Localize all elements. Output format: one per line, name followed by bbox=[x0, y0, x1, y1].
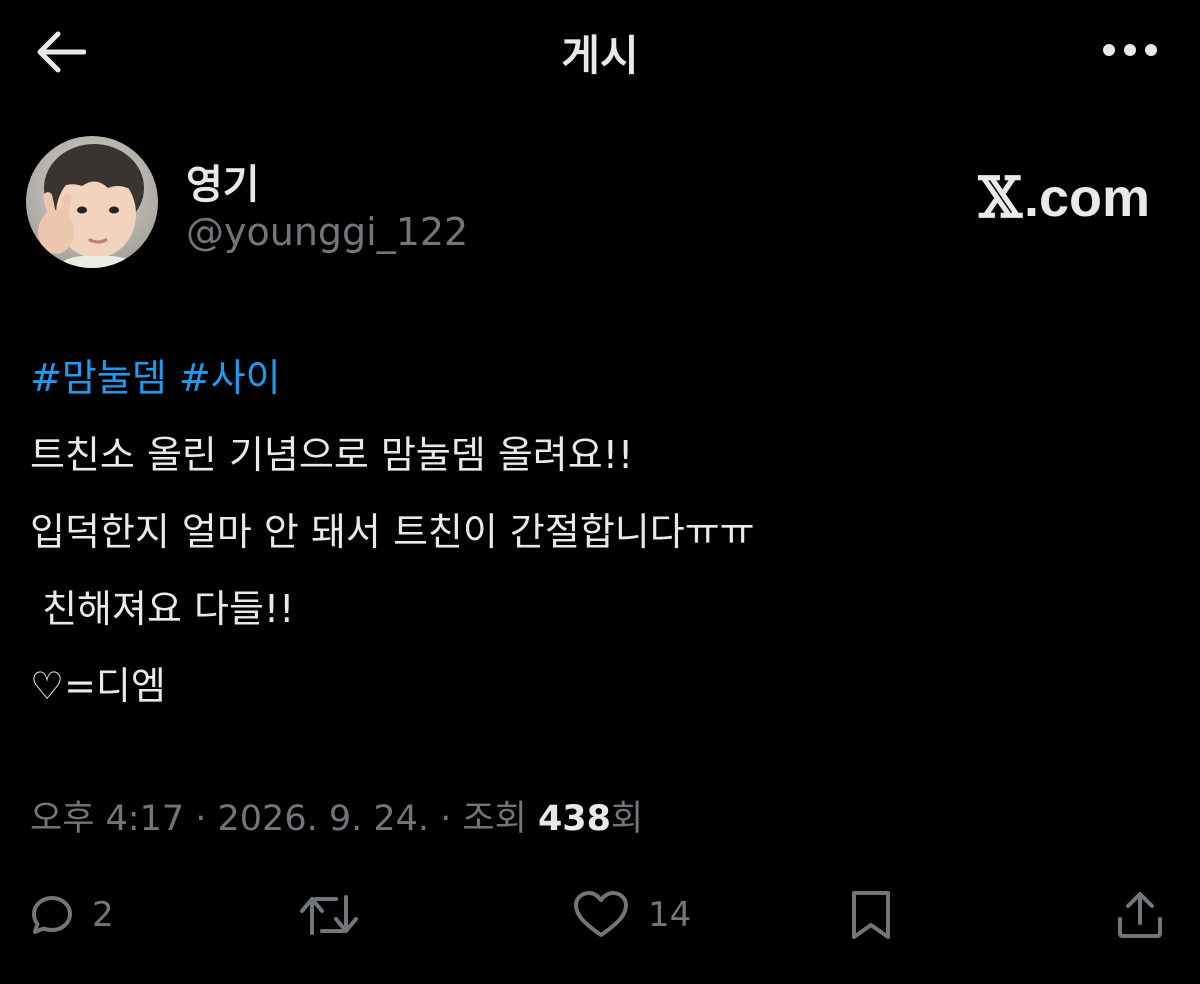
action-bar: 2 14 bbox=[0, 880, 1200, 950]
post-line: 트친소 올린 기념으로 맘눌뎀 올려요!! bbox=[30, 433, 634, 477]
post-meta: 오후 4:17 · 2026. 9. 24. · 조회 438회 bbox=[30, 790, 643, 841]
post-author: 영기 @younggi_122 bbox=[26, 136, 726, 268]
views-label: 조회 bbox=[462, 799, 538, 839]
avatar-photo bbox=[26, 136, 158, 268]
author-handle[interactable]: @younggi_122 bbox=[186, 210, 468, 254]
share-icon bbox=[1118, 892, 1162, 938]
views-suffix: 회 bbox=[611, 799, 644, 839]
post-date[interactable]: 2026. 9. 24. bbox=[218, 799, 430, 839]
author-display-name[interactable]: 영기 bbox=[186, 152, 260, 210]
like-count: 14 bbox=[648, 895, 692, 935]
repost-icon bbox=[300, 895, 358, 935]
post-text: #맘눌뎀 #사이 트친소 올린 기념으로 맘눌뎀 올려요!! 입덕한지 얼마 안… bbox=[30, 340, 1170, 725]
top-bar: 게시 bbox=[0, 0, 1200, 100]
meta-separator: · bbox=[184, 799, 218, 839]
page-title: 게시 bbox=[561, 31, 639, 80]
post-line: ♡=디엠 bbox=[30, 664, 166, 708]
hashtag-line: #맘눌뎀 #사이 bbox=[30, 340, 1170, 417]
x-com-watermark: 𝕏 .com bbox=[979, 170, 1151, 226]
share-button[interactable] bbox=[1114, 880, 1166, 950]
meta-separator: · bbox=[429, 799, 463, 839]
post-line: 친해져요 다들!! bbox=[30, 587, 295, 631]
hashtag-link[interactable]: #맘눌뎀 bbox=[30, 356, 167, 400]
repost-button[interactable] bbox=[298, 880, 360, 950]
post-line: 입덕한지 얼마 안 돼서 트친이 간절합니다ㅠㅠ bbox=[30, 510, 755, 554]
more-options-button[interactable] bbox=[1100, 30, 1160, 70]
hashtag-link[interactable]: #사이 bbox=[179, 356, 281, 400]
views-count: 438 bbox=[537, 799, 612, 839]
reply-icon bbox=[32, 896, 72, 934]
like-button[interactable]: 14 bbox=[572, 880, 691, 950]
avatar[interactable] bbox=[26, 136, 158, 268]
bookmark-button[interactable] bbox=[848, 880, 894, 950]
heart-icon bbox=[574, 891, 628, 937]
more-dots-icon bbox=[1103, 44, 1157, 56]
bookmark-icon bbox=[852, 891, 890, 939]
post-time[interactable]: 오후 4:17 bbox=[30, 799, 184, 839]
x-logo-icon: 𝕏 bbox=[978, 165, 1022, 231]
reply-button[interactable]: 2 bbox=[30, 880, 114, 950]
watermark-text: .com bbox=[1023, 168, 1150, 228]
reply-count: 2 bbox=[92, 895, 114, 935]
